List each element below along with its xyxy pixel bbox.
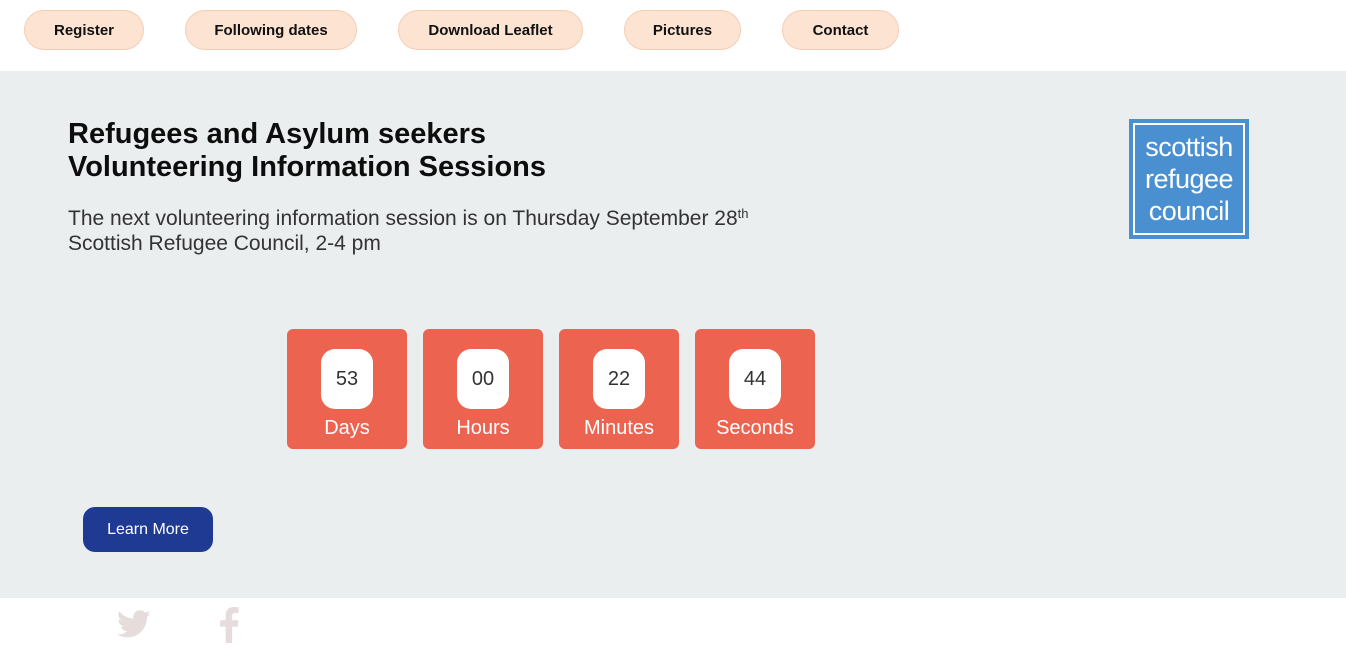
seconds-value: 44 xyxy=(729,349,781,409)
download-leaflet-button[interactable]: Download Leaflet xyxy=(398,10,583,50)
top-navigation: Register Following dates Download Leafle… xyxy=(0,0,1346,71)
session-date-line: The next volunteering information sessio… xyxy=(68,206,848,231)
countdown-minutes: 22 Minutes xyxy=(559,329,679,449)
countdown-days: 53 Days xyxy=(287,329,407,449)
logo-frame: scottish refugee council xyxy=(1133,123,1245,235)
learn-more-button[interactable]: Learn More xyxy=(83,507,213,552)
countdown-hours: 00 Hours xyxy=(423,329,543,449)
days-value: 53 xyxy=(321,349,373,409)
logo-text-line-3: council xyxy=(1148,196,1230,226)
minutes-value: 22 xyxy=(593,349,645,409)
session-info: The next volunteering information sessio… xyxy=(68,206,848,256)
scottish-refugee-council-logo: scottish refugee council xyxy=(1129,119,1249,239)
page-title: Refugees and Asylum seekers Volunteering… xyxy=(68,118,768,184)
register-button[interactable]: Register xyxy=(24,10,144,50)
date-suffix: th xyxy=(737,206,749,221)
logo-text-line-2: refugee xyxy=(1144,164,1234,194)
title-line-1: Refugees and Asylum seekers xyxy=(68,118,487,150)
session-date-text: The next volunteering information sessio… xyxy=(68,207,738,230)
hero-section: Refugees and Asylum seekers Volunteering… xyxy=(0,71,1346,598)
days-label: Days xyxy=(324,417,370,439)
twitter-icon[interactable] xyxy=(115,607,153,646)
minutes-label: Minutes xyxy=(583,417,655,439)
hours-label: Hours xyxy=(456,417,510,439)
title-line-2: Volunteering Information Sessions xyxy=(68,151,547,183)
seconds-label: Seconds xyxy=(716,417,794,439)
session-location-line: Scottish Refugee Council, 2-4 pm xyxy=(68,232,381,255)
contact-button[interactable]: Contact xyxy=(782,10,899,50)
footer xyxy=(0,598,1346,649)
facebook-icon-svg xyxy=(220,607,239,643)
hours-value: 00 xyxy=(457,349,509,409)
countdown-seconds: 44 Seconds xyxy=(695,329,815,449)
facebook-icon[interactable] xyxy=(216,607,242,648)
following-dates-button[interactable]: Following dates xyxy=(185,10,357,50)
logo-text-line-1: scottish xyxy=(1145,132,1233,162)
pictures-button[interactable]: Pictures xyxy=(624,10,741,50)
twitter-icon-svg xyxy=(117,610,151,638)
